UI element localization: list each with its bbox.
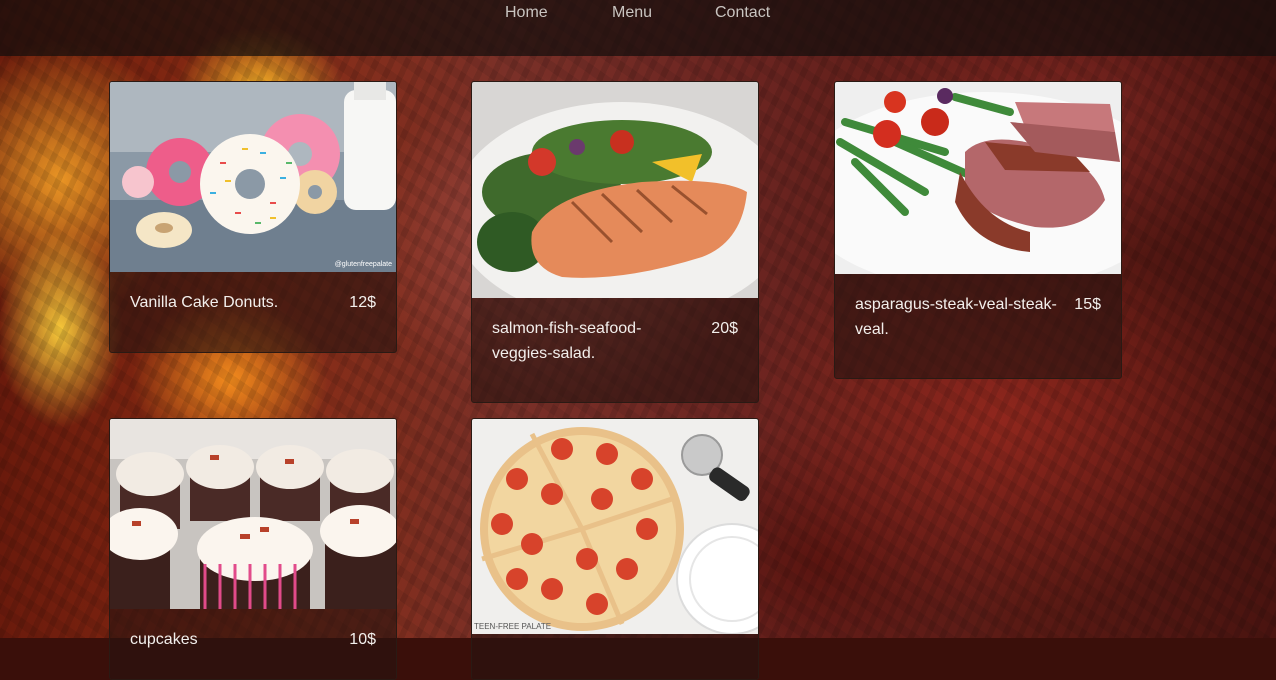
menu-item-price: 20$ [711,320,738,337]
menu-item-name: asparagus-steak-veal-steak-veal. [855,296,1057,338]
menu-card-cupcakes[interactable]: cupcakes 10$ [109,418,397,680]
menu-card-donuts[interactable]: @glutenfreepalate Vanilla Cake Donuts. 1… [109,81,397,353]
pizza-image: TEEN-FREE PALATE [472,419,758,634]
menu-item-name: salmon-fish-seafood-veggies-salad. [492,320,642,362]
menu-item-name: Vanilla Cake Donuts. [130,294,279,311]
cupcakes-image [110,419,396,609]
menu-card-salmon[interactable]: salmon-fish-seafood-veggies-salad. 20$ [471,81,759,403]
donuts-image: @glutenfreepalate [110,82,396,272]
nav-home-link[interactable]: Home [505,4,548,22]
steak-image [835,82,1121,274]
menu-card-pizza[interactable]: TEEN-FREE PALATE [471,418,759,680]
nav-menu-link[interactable]: Menu [612,4,652,22]
menu-item-price: 15$ [1074,296,1101,313]
menu-item-price: 12$ [349,294,376,311]
donuts-watermark: @glutenfreepalate [335,261,392,268]
menu-item-price: 10$ [349,631,376,648]
menu-card-steak[interactable]: asparagus-steak-veal-steak-veal. 15$ [834,81,1122,379]
salmon-image [472,82,758,298]
top-navigation: Home Menu Contact [0,0,1276,56]
menu-item-name: cupcakes [130,631,198,648]
nav-contact-link[interactable]: Contact [715,4,770,22]
pizza-watermark: TEEN-FREE PALATE [474,622,551,631]
